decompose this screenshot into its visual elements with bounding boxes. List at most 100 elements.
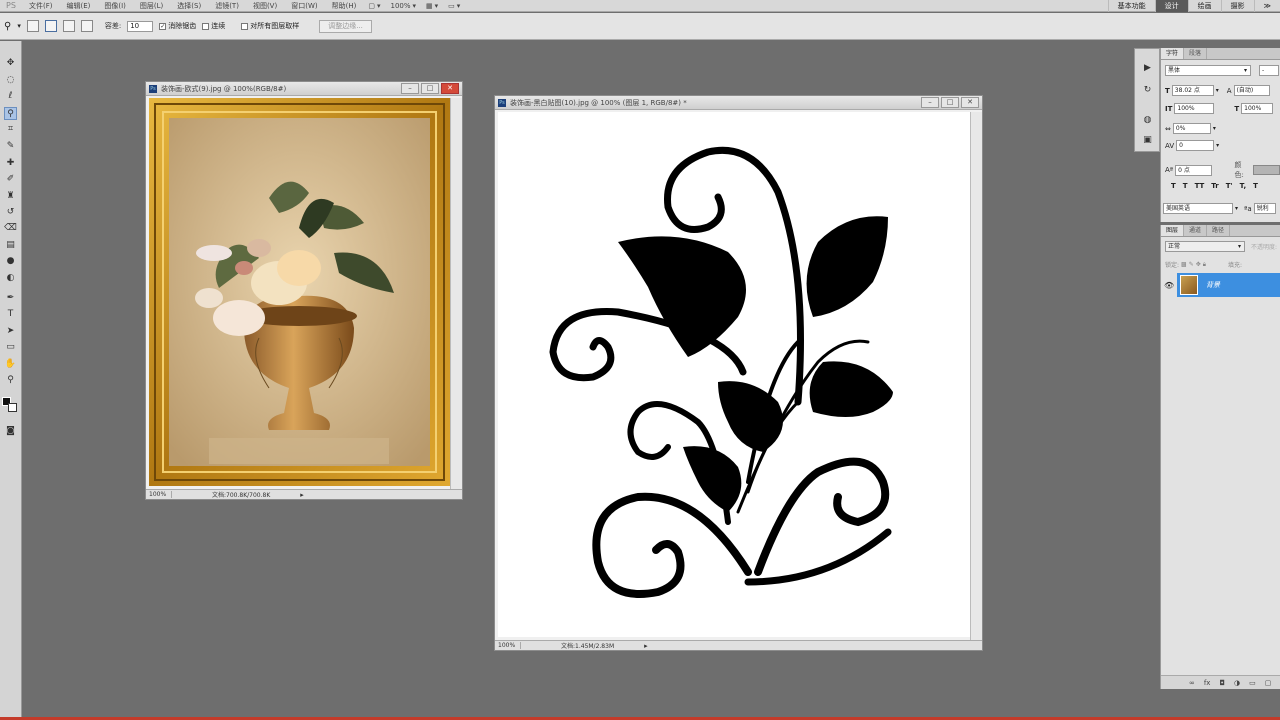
chevron-down-icon[interactable]: ▾ — [1213, 125, 1216, 132]
lock-all-icon[interactable]: 🔒︎ — [1203, 261, 1206, 269]
workspace-essentials[interactable]: 基本功能 — [1107, 0, 1155, 12]
layer-mask-icon[interactable]: ◘ — [1219, 679, 1225, 687]
menu-image[interactable]: 图像(I) — [97, 1, 133, 11]
clone-stamp-tool-icon[interactable]: ♜ — [4, 190, 17, 203]
visibility-eye-icon[interactable]: 👁︎ — [1164, 281, 1174, 290]
eraser-tool-icon[interactable]: ⌫ — [4, 222, 17, 235]
minimize-button[interactable]: – — [921, 97, 939, 108]
styles-panel-icon[interactable]: ▣ — [1142, 135, 1153, 146]
contiguous-checkbox[interactable]: 连续 — [202, 21, 225, 31]
lock-transparent-icon[interactable]: ▩ — [1181, 261, 1187, 268]
tab-layers[interactable]: 图层 — [1161, 225, 1185, 236]
gradient-tool-icon[interactable]: ▤ — [4, 239, 17, 252]
maximize-button[interactable]: □ — [421, 83, 439, 94]
language-select[interactable]: 美国英语 — [1163, 203, 1233, 214]
document-window-ornament[interactable]: Ps 装饰画-黑白贴图(10).jpg @ 100% (图层 1, RGB/8#… — [494, 95, 983, 651]
font-family-select[interactable]: 黑体 — [1165, 65, 1251, 76]
screen-mode-menu[interactable]: ▢ ▾ — [363, 2, 385, 10]
intersect-selection-icon[interactable] — [80, 20, 93, 32]
document-window-painting[interactable]: Ps 装饰画-欧式(9).jpg @ 100%(RGB/8#) – □ ✕ 10… — [145, 81, 463, 500]
menu-help[interactable]: 帮助(H) — [325, 1, 364, 11]
antialias-checkbox[interactable]: ✓ 消除锯齿 — [159, 21, 196, 31]
leading-field[interactable]: (自动) — [1233, 85, 1270, 96]
history-panel-icon[interactable]: ↻ — [1142, 85, 1153, 96]
healing-brush-tool-icon[interactable]: ✚ — [4, 157, 17, 170]
quick-mask-icon[interactable]: ◙ — [4, 425, 17, 438]
document-title-bar[interactable]: Ps 装饰画-黑白贴图(10).jpg @ 100% (图层 1, RGB/8#… — [495, 96, 982, 110]
type-tool-icon[interactable]: T — [4, 308, 17, 321]
document-size-info[interactable]: 文档:700.8K/700.8K — [212, 490, 270, 499]
text-color-swatch[interactable] — [1252, 165, 1280, 175]
pen-tool-icon[interactable]: ✒ — [4, 292, 17, 305]
path-selection-tool-icon[interactable]: ➤ — [4, 325, 17, 338]
all-caps-button[interactable]: TT — [1195, 182, 1205, 190]
tab-character[interactable]: 字符 — [1161, 48, 1185, 59]
chevron-down-icon[interactable]: ▾ — [1216, 87, 1219, 94]
lock-pixels-icon[interactable]: ✎ — [1189, 261, 1194, 268]
brush-tool-icon[interactable]: ✐ — [4, 173, 17, 186]
chevron-down-icon[interactable]: ▾ — [1235, 205, 1238, 212]
vertical-scrollbar[interactable] — [450, 98, 462, 489]
shape-tool-icon[interactable]: ▭ — [4, 341, 17, 354]
small-caps-button[interactable]: Tr — [1211, 182, 1218, 190]
maximize-button[interactable]: □ — [941, 97, 959, 108]
dodge-tool-icon[interactable]: ◐ — [4, 272, 17, 285]
crop-tool-icon[interactable]: ⌗ — [4, 123, 17, 136]
tolerance-input[interactable]: 10 — [127, 20, 154, 32]
add-selection-icon[interactable] — [44, 20, 57, 32]
zoom-field[interactable]: 100% — [495, 642, 521, 649]
lock-position-icon[interactable]: ✥ — [1196, 261, 1201, 268]
marquee-tool-icon[interactable]: ◌ — [4, 74, 17, 87]
subscript-button[interactable]: T, — [1240, 182, 1246, 190]
new-selection-icon[interactable] — [26, 20, 39, 32]
close-button[interactable]: ✕ — [961, 97, 979, 108]
menu-window[interactable]: 窗口(W) — [284, 1, 324, 11]
document-canvas[interactable] — [498, 112, 970, 637]
chevron-down-icon[interactable]: ▾ — [17, 22, 21, 30]
horizontal-scale-field[interactable]: 100% — [1241, 103, 1274, 114]
hand-tool-icon[interactable]: ✋ — [4, 358, 17, 371]
move-tool-icon[interactable]: ✥ — [4, 57, 17, 70]
layer-style-icon[interactable]: fx — [1204, 679, 1211, 687]
menu-view[interactable]: 视图(V) — [246, 1, 284, 11]
faux-bold-button[interactable]: T — [1171, 182, 1176, 190]
document-size-info[interactable]: 文档:1.45M/2.83M — [561, 641, 614, 650]
arrange-menu[interactable]: ▦ ▾ — [421, 2, 443, 10]
zoom-tool-icon[interactable]: ⚲ — [4, 374, 17, 387]
font-size-field[interactable]: 38.02 点 — [1171, 85, 1214, 96]
link-layers-icon[interactable]: ∞ — [1189, 679, 1195, 687]
menu-select[interactable]: 选择(S) — [170, 1, 208, 11]
faux-italic-button[interactable]: T — [1183, 182, 1188, 190]
blur-tool-icon[interactable]: ● — [4, 255, 17, 268]
menu-edit[interactable]: 编辑(E) — [60, 1, 98, 11]
tracking-field[interactable]: 0% — [1172, 123, 1211, 134]
sample-all-layers-checkbox[interactable]: 对所有图层取样 — [241, 21, 299, 31]
blend-mode-select[interactable]: 正常 — [1165, 241, 1245, 252]
status-arrow-icon[interactable]: ▸ — [300, 491, 304, 499]
document-canvas[interactable] — [149, 98, 450, 486]
tab-paths[interactable]: 路径 — [1207, 225, 1231, 236]
new-group-icon[interactable]: ▭ — [1249, 679, 1256, 687]
new-layer-icon[interactable]: ▢ — [1265, 679, 1272, 687]
tab-channels[interactable]: 通道 — [1184, 225, 1208, 236]
close-button[interactable]: ✕ — [441, 83, 459, 94]
tab-paragraph[interactable]: 段落 — [1184, 48, 1208, 59]
swatches-panel-icon[interactable]: ◍ — [1142, 115, 1153, 126]
adjustment-layer-icon[interactable]: ◑ — [1234, 679, 1240, 687]
workspace-design[interactable]: 设计 — [1154, 0, 1188, 12]
magic-wand-tool-icon[interactable]: ⚲ — [4, 107, 17, 120]
font-style-select[interactable]: - — [1259, 65, 1280, 76]
layer-row-background[interactable]: 背景 — [1177, 273, 1280, 297]
menu-filter[interactable]: 滤镜(T) — [208, 1, 246, 11]
eyedropper-tool-icon[interactable]: ✎ — [4, 140, 17, 153]
vertical-scrollbar[interactable] — [970, 112, 982, 640]
actions-panel-icon[interactable]: ▶ — [1142, 63, 1153, 74]
extras-menu[interactable]: ▭ ▾ — [443, 2, 465, 10]
workspace-more-button[interactable]: ≫ — [1253, 0, 1280, 12]
subtract-selection-icon[interactable] — [62, 20, 75, 32]
minimize-button[interactable]: – — [401, 83, 419, 94]
baseline-shift-field[interactable]: 0 点 — [1175, 164, 1213, 176]
status-arrow-icon[interactable]: ▸ — [644, 642, 648, 650]
lasso-tool-icon[interactable]: ℓ — [4, 90, 17, 103]
underline-button[interactable]: T — [1253, 182, 1258, 190]
